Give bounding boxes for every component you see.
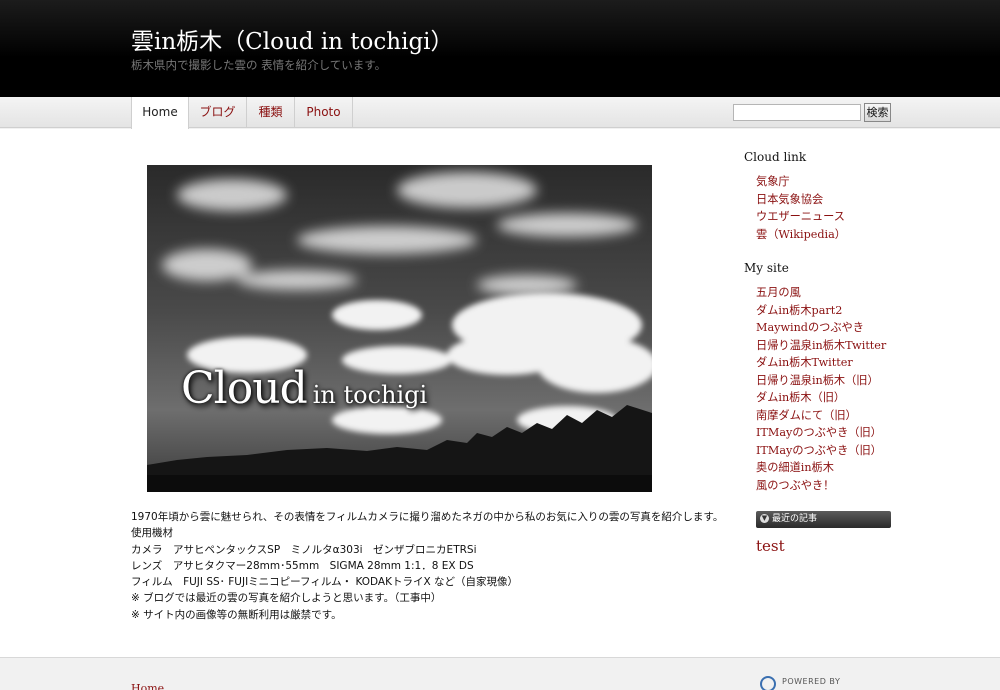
my-site-item[interactable]: ダムin栃木part2: [756, 302, 886, 320]
intro-line: カメラ アサヒペンタックスSP ミノルタα303i ゼンザブロニカETRSi: [131, 543, 477, 556]
my-site-item[interactable]: ダムin栃木Twitter: [756, 354, 886, 372]
intro-line: レンズ アサヒタクマー28mm･55mm SIGMA 28mm 1:1．8 EX…: [131, 559, 474, 572]
recent-posts-header: ▼ 最近の記事: [756, 511, 891, 528]
my-site-item[interactable]: ITMayのつぶやき（旧）: [756, 442, 886, 460]
hero-title: Cloud in tochigi: [181, 363, 427, 414]
my-site-item[interactable]: Maywindのつぶやき: [756, 319, 886, 337]
hero-title-big: Cloud: [181, 363, 308, 414]
intro-line: ※ ブログでは最近の雲の写真を紹介しようと思います。（工事中）: [131, 592, 442, 605]
recent-posts-title: 最近の記事: [772, 514, 818, 524]
nav-bar: Home ブログ 種類 Photo 検索: [0, 97, 1000, 129]
site-description: 栃木県内で撮影した雲の 表情を紹介しています。: [131, 58, 387, 72]
search-button[interactable]: 検索: [864, 103, 891, 122]
my-site-list: 五月の風 ダムin栃木part2 Maywindのつぶやき 日帰り温泉in栃木T…: [756, 284, 886, 494]
intro-line: 1970年頃から雲に魅せられ、その表情をフィルムカメラに撮り溜めたネガの中から私…: [131, 511, 724, 523]
my-site-item[interactable]: 日帰り温泉in栃木（旧）: [756, 372, 886, 390]
site-header: 雲in栃木（Cloud in tochigi） 栃木県内で撮影した雲の 表情を紹…: [0, 0, 1000, 97]
chevron-down-icon: ▼: [760, 514, 769, 523]
my-site-item[interactable]: 奥の細道in栃木: [756, 459, 886, 477]
main-content: Cloud in tochigi 1970年頃から雲に魅せられ、その表情をフィルム…: [0, 129, 1000, 657]
cloud-link-item[interactable]: 雲（Wikipedia）: [756, 226, 846, 244]
my-site-item[interactable]: ダムin栃木（旧）: [756, 389, 886, 407]
my-site-item[interactable]: 南摩ダムにて（旧）: [756, 407, 886, 425]
wordpress-icon: [760, 676, 776, 690]
site-title[interactable]: 雲in栃木（Cloud in tochigi）: [131, 22, 454, 56]
cloud-link-item[interactable]: ウエザーニュース: [756, 208, 846, 226]
search-input[interactable]: [733, 104, 861, 121]
cloud-link-heading: Cloud link: [744, 150, 807, 164]
intro-line: フィルム FUJI SS･ FUJIミニコピーフィルム・ KODAKトライX な…: [131, 576, 519, 589]
cloud-photo: [147, 165, 652, 492]
footer-home-link[interactable]: Home: [131, 682, 164, 690]
cloud-link-list: 気象庁 日本気象協会 ウエザーニュース 雲（Wikipedia）: [756, 173, 846, 243]
site-footer: Home POWERED BY: [0, 657, 1000, 690]
intro-line: ※ サイト内の画像等の無断利用は厳禁です。: [131, 608, 342, 621]
hero-image: Cloud in tochigi: [147, 165, 652, 492]
cloud-link-item[interactable]: 気象庁: [756, 173, 846, 191]
powered-by-label: POWERED BY: [782, 677, 841, 686]
intro-line: 使用機材: [131, 527, 173, 540]
cloud-link-item[interactable]: 日本気象協会: [756, 191, 846, 209]
my-site-heading: My site: [744, 261, 789, 275]
tab-home[interactable]: Home: [131, 97, 189, 129]
tab-photo[interactable]: Photo: [295, 97, 353, 128]
hero-title-small: in tochigi: [312, 381, 428, 409]
intro-text: 1970年頃から雲に魅せられ、その表情をフィルムカメラに撮り溜めたネガの中から私…: [131, 509, 731, 623]
tab-types[interactable]: 種類: [247, 97, 295, 128]
my-site-item[interactable]: ITMayのつぶやき（旧）: [756, 424, 886, 442]
my-site-item[interactable]: 風のつぶやき！: [756, 477, 886, 495]
recent-post-link[interactable]: test: [756, 537, 785, 555]
my-site-item[interactable]: 五月の風: [756, 284, 886, 302]
tab-blog[interactable]: ブログ: [189, 97, 247, 128]
my-site-item[interactable]: 日帰り温泉in栃木Twitter: [756, 337, 886, 355]
